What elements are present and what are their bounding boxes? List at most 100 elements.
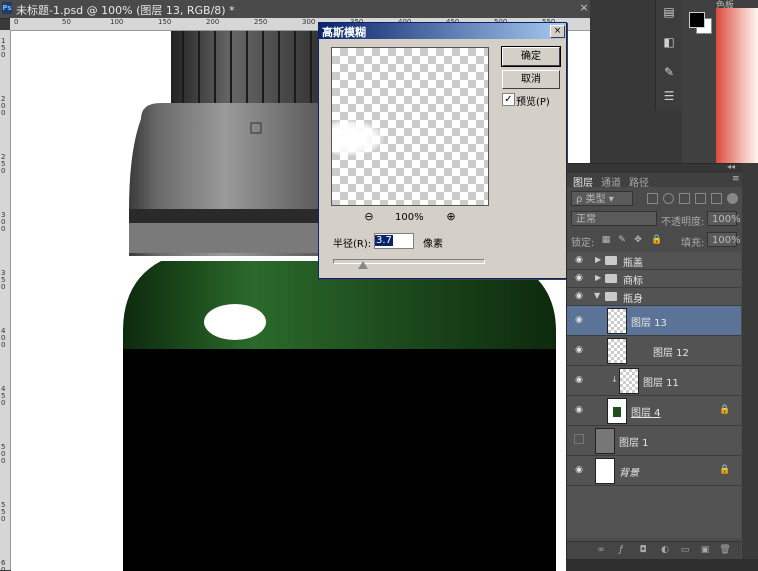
cap-band xyxy=(129,209,321,223)
visibility-off-icon[interactable] xyxy=(574,434,584,444)
layer-name: 商标 xyxy=(623,276,643,287)
layer-row-hidden[interactable]: 图层 1 xyxy=(567,426,741,456)
adjustment-layer-icon[interactable]: ◐ xyxy=(659,545,671,556)
adjustments-icon[interactable]: ◧ xyxy=(661,34,677,50)
cap-lower-ring xyxy=(129,223,321,253)
document-tab-title[interactable]: 未标题-1.psd @ 100% (图层 13, RGB/8) * xyxy=(16,2,235,18)
filter-adjustment-icon[interactable] xyxy=(663,193,674,204)
panel-menu-icon[interactable]: ≡ xyxy=(732,174,740,184)
visibility-eye-icon[interactable]: ◉ xyxy=(573,314,585,326)
visibility-eye-icon[interactable]: ◉ xyxy=(573,254,585,266)
visibility-eye-icon[interactable]: ◉ xyxy=(573,290,585,302)
ruler-tick-label: 6 0 0 xyxy=(1,559,6,571)
blur-preview[interactable] xyxy=(331,47,489,206)
lock-transparent-icon[interactable]: ▦ xyxy=(601,235,611,245)
visibility-eye-icon[interactable]: ◉ xyxy=(573,344,585,356)
color-spectrum[interactable] xyxy=(716,8,758,165)
layer-style-icon[interactable]: ƒ xyxy=(615,545,627,556)
zoom-out-icon[interactable]: ⊖ xyxy=(363,211,375,223)
lock-label: 锁定: xyxy=(571,238,595,249)
folder-open-icon xyxy=(605,292,617,301)
clipping-mask-icon: ↓ xyxy=(611,375,618,384)
sliders-icon[interactable]: ☰ xyxy=(661,88,677,104)
visibility-eye-icon[interactable]: ◉ xyxy=(573,374,585,386)
zoom-in-icon[interactable]: ⊕ xyxy=(445,211,457,223)
document-tab-bar: Ps 未标题-1.psd @ 100% (图层 13, RGB/8) * × xyxy=(0,0,590,19)
opacity-input[interactable]: 100% xyxy=(707,211,741,226)
new-group-icon[interactable]: ▭ xyxy=(679,545,691,556)
layer-row-group-logo[interactable]: ◉ ▶ 商标 xyxy=(567,270,741,288)
folder-icon xyxy=(605,274,617,283)
green-thumb-icon xyxy=(613,407,621,417)
filter-type-icon[interactable] xyxy=(679,193,690,204)
layer-row-group-body[interactable]: ◉ ▼ 瓶身 xyxy=(567,288,741,306)
preview-checkbox-label[interactable]: 预览(P) xyxy=(516,93,550,108)
layer-name: 瓶身 xyxy=(623,294,643,305)
preview-checkbox[interactable]: ✓ xyxy=(502,93,515,106)
layer-name: 图层 4 xyxy=(631,408,661,419)
fill-input[interactable]: 100% xyxy=(707,232,741,247)
filter-shape-icon[interactable] xyxy=(695,193,706,204)
lock-image-icon[interactable]: ✎ xyxy=(617,235,627,245)
collapse-arrow-icon[interactable]: ▼ xyxy=(594,291,600,300)
ruler-tick-label: 2 0 0 xyxy=(1,95,6,117)
visibility-eye-icon[interactable]: ◉ xyxy=(573,464,585,476)
expand-arrow-icon[interactable]: ▶ xyxy=(595,255,601,264)
cancel-button[interactable]: 取消 xyxy=(502,70,560,89)
fill-label: 填充: xyxy=(681,238,705,249)
layers-bottom-toolbar: ∞ ƒ ◘ ◐ ▭ ▣ 🗑 xyxy=(567,541,741,559)
layer-row-clipped[interactable]: ◉ ↓ 图层 11 xyxy=(567,366,741,396)
tab-layers[interactable]: 图层 xyxy=(573,174,593,189)
dialog-close-button[interactable]: × xyxy=(550,25,565,38)
layers-scrollbar[interactable] xyxy=(742,163,758,558)
link-layers-icon[interactable]: ∞ xyxy=(595,545,607,556)
layer-name: 瓶盖 xyxy=(623,258,643,269)
layer-row-selected[interactable]: ◉ 图层 13 xyxy=(567,306,741,336)
close-tab-icon[interactable]: × xyxy=(577,1,591,15)
lock-all-icon[interactable]: 🔒 xyxy=(651,235,662,245)
layer-name: 图层 12 xyxy=(653,348,689,359)
layer-name: 背景 xyxy=(619,468,639,479)
history-icon[interactable]: ▤ xyxy=(661,4,677,20)
ruler-tick-label: 2 5 0 xyxy=(1,153,6,175)
layer-row-group-cap[interactable]: ◉ ▶ 瓶盖 xyxy=(567,252,741,270)
ruler-tick-label: 0 xyxy=(14,18,19,26)
layer-thumbnail xyxy=(595,428,615,454)
brush-icon[interactable]: ✎ xyxy=(661,64,677,80)
panel-tabs: 图层 通道 路径 ≡ xyxy=(567,173,743,189)
tab-channels[interactable]: 通道 xyxy=(601,174,621,189)
foreground-color-swatch[interactable] xyxy=(689,12,705,28)
visibility-eye-icon[interactable]: ◉ xyxy=(573,404,585,416)
delete-layer-icon[interactable]: 🗑 xyxy=(719,545,731,556)
layer-lock-icon: 🔒 xyxy=(719,465,731,475)
ruler-tick-label: 4 0 0 xyxy=(1,327,6,349)
ok-button[interactable]: 确定 xyxy=(501,46,561,67)
layer-filter-select[interactable]: ρ 类型 ▾ xyxy=(571,191,633,206)
visibility-eye-icon[interactable]: ◉ xyxy=(573,272,585,284)
tab-paths[interactable]: 路径 xyxy=(629,174,649,189)
filter-toggle-icon[interactable] xyxy=(727,193,738,204)
highlight-ellipse xyxy=(204,304,266,340)
layer-name: 图层 11 xyxy=(643,378,679,389)
expand-arrow-icon[interactable]: ▶ xyxy=(595,273,601,282)
radius-slider-track[interactable] xyxy=(333,259,485,264)
dialog-titlebar[interactable]: 高斯模糊 × xyxy=(319,23,566,39)
layer-row[interactable]: ◉ 图层 4 🔒 xyxy=(567,396,741,426)
filter-pixel-icon[interactable] xyxy=(647,193,658,204)
ruler-vertical[interactable]: 1 5 0 2 0 0 2 5 0 3 0 0 3 5 0 4 0 0 4 5 0 5 0 0… xyxy=(0,30,11,570)
filter-smart-object-icon[interactable] xyxy=(711,193,722,204)
lock-position-icon[interactable]: ✥ xyxy=(633,235,643,245)
new-layer-icon[interactable]: ▣ xyxy=(699,545,711,556)
dialog-title: 高斯模糊 xyxy=(322,26,366,39)
blend-mode-select[interactable]: 正常 xyxy=(571,211,657,226)
radius-value[interactable]: 3.7 xyxy=(375,235,393,246)
radius-input[interactable]: 3.7 xyxy=(374,233,414,249)
layer-row[interactable]: ◉ 图层 12 xyxy=(567,336,741,366)
layer-lock-icon: 🔒 xyxy=(719,405,731,415)
radius-slider-thumb[interactable] xyxy=(358,261,368,269)
layer-name: 图层 1 xyxy=(619,438,649,449)
ruler-tick-label: 250 xyxy=(254,18,268,26)
add-mask-icon[interactable]: ◘ xyxy=(637,545,649,556)
layer-row-background[interactable]: ◉ 背景 🔒 xyxy=(567,456,741,486)
ruler-tick-label: 100 xyxy=(110,18,124,26)
